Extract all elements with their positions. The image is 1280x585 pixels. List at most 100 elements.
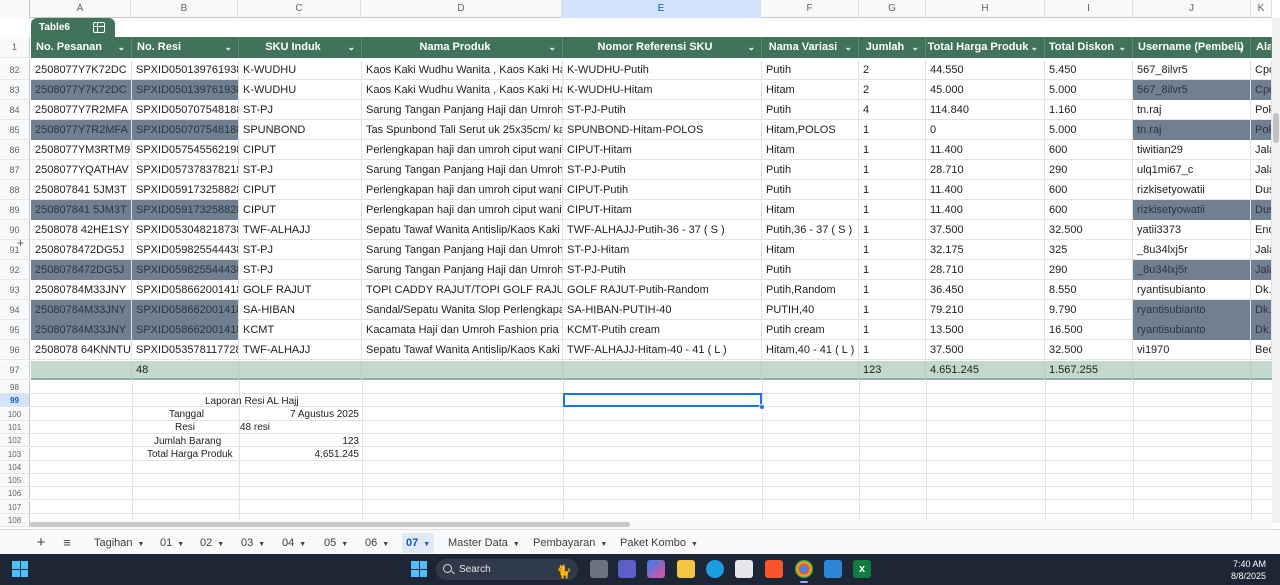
- task-view-icon[interactable]: [590, 560, 608, 578]
- report-title[interactable]: Laporan Resi AL Hajj: [205, 395, 299, 408]
- table-cell[interactable]: Hitam: [762, 240, 859, 260]
- table-cell[interactable]: 2508078 64KNNTU: [31, 340, 132, 360]
- table-cell[interactable]: 2508077Y7R2MFA: [31, 120, 132, 140]
- table-cell[interactable]: SPXID057378378218: [132, 160, 239, 180]
- filter-dropdown-icon[interactable]: ⌄: [548, 37, 556, 58]
- column-header[interactable]: Nomor Referensi SKU ⌄: [563, 37, 762, 58]
- report-jumlah-label[interactable]: Jumlah Barang: [154, 435, 221, 448]
- table-cell[interactable]: Sarung Tangan Panjang Haji dan Umroh Wan: [362, 100, 563, 120]
- table-cell[interactable]: 2: [859, 80, 926, 100]
- table-cell[interactable]: SPXID053048218738: [132, 220, 239, 240]
- row-number[interactable]: 95: [0, 320, 30, 340]
- row-number[interactable]: 101: [0, 420, 30, 434]
- table-cell[interactable]: 5.450: [1045, 60, 1133, 80]
- table-cell[interactable]: End: [1251, 220, 1272, 240]
- sheet-tab[interactable]: 05 ▼: [320, 533, 352, 553]
- table-cell[interactable]: Dk.: [1251, 280, 1272, 300]
- total-cell[interactable]: [31, 361, 132, 380]
- table-cell[interactable]: 1: [859, 120, 926, 140]
- table-cell[interactable]: SPXID059173258828: [132, 200, 239, 220]
- table-cell[interactable]: 567_8ilvr5: [1133, 80, 1251, 100]
- table-cell[interactable]: 8.550: [1045, 280, 1133, 300]
- table-cell[interactable]: 32.175: [926, 240, 1045, 260]
- table-cell[interactable]: ST-PJ-Hitam: [563, 240, 762, 260]
- table-cell[interactable]: Sarung Tangan Panjang Haji dan Umroh Wan: [362, 160, 563, 180]
- row-number[interactable]: 92: [0, 260, 30, 280]
- table-cell[interactable]: 13.500: [926, 320, 1045, 340]
- table-cell[interactable]: Jala: [1251, 260, 1272, 280]
- total-harga[interactable]: 4.651.245: [926, 361, 1045, 380]
- table-cell[interactable]: yatii3373: [1133, 220, 1251, 240]
- row-number[interactable]: 103: [0, 447, 30, 461]
- table-cell[interactable]: ulq1mi67_c: [1133, 160, 1251, 180]
- sheet-tab[interactable]: Paket Kombo ▼: [616, 533, 702, 553]
- add-sheet-icon[interactable]: +: [32, 534, 50, 552]
- table-cell[interactable]: 37.500: [926, 220, 1045, 240]
- table-cell[interactable]: Jala: [1251, 160, 1272, 180]
- row-number[interactable]: 87: [0, 160, 30, 180]
- row-number[interactable]: 93: [0, 280, 30, 300]
- table-cell[interactable]: SPXID059825544438: [132, 240, 239, 260]
- table-cell[interactable]: 250807841 5JM3T: [31, 200, 132, 220]
- row-number[interactable]: 85: [0, 120, 30, 140]
- table-cell[interactable]: 45.000: [926, 80, 1045, 100]
- table-cell[interactable]: 1: [859, 320, 926, 340]
- column-letter-i[interactable]: I: [1045, 0, 1133, 18]
- table-cell[interactable]: CIPUT-Hitam: [563, 140, 762, 160]
- table-cell[interactable]: Kaos Kaki Wudhu Wanita , Kaos Kaki Haji …: [362, 60, 563, 80]
- table-cell[interactable]: Dk.: [1251, 320, 1272, 340]
- report-jumlah-value[interactable]: 123: [240, 435, 359, 448]
- table-cell[interactable]: Hitam,POLOS: [762, 120, 859, 140]
- table-cell[interactable]: ST-PJ-Putih: [563, 100, 762, 120]
- table-cell[interactable]: 44.550: [926, 60, 1045, 80]
- table-cell[interactable]: Putih,36 - 37 ( S ): [762, 220, 859, 240]
- horizontal-scrollbar[interactable]: [30, 520, 1272, 529]
- table-cell[interactable]: GOLF RAJUT-Putih-Random: [563, 280, 762, 300]
- column-letter-d[interactable]: D: [361, 0, 562, 18]
- horizontal-scroll-thumb[interactable]: [30, 522, 630, 527]
- table-cell[interactable]: Sepatu Tawaf Wanita Antislip/Kaos Kaki T…: [362, 340, 563, 360]
- table-cell[interactable]: K-WUDHU-Hitam: [563, 80, 762, 100]
- table-cell[interactable]: ST-PJ-Putih: [563, 260, 762, 280]
- chevron-down-icon[interactable]: ▼: [299, 541, 306, 548]
- store-icon[interactable]: [735, 560, 753, 578]
- report-resi-value[interactable]: 48 resi: [240, 421, 270, 434]
- total-cell[interactable]: [239, 361, 362, 380]
- table-cell[interactable]: 290: [1045, 160, 1133, 180]
- table-cell[interactable]: 25080784M33JNY: [31, 280, 132, 300]
- table-cell[interactable]: SPXID053578117728: [132, 340, 239, 360]
- table-cell[interactable]: SPXID059173258828: [132, 180, 239, 200]
- table-cell[interactable]: K-WUDHU-Putih: [563, 60, 762, 80]
- chevron-down-icon[interactable]: ▼: [423, 541, 430, 548]
- table-cell[interactable]: Putih: [762, 160, 859, 180]
- chevron-down-icon[interactable]: ▼: [691, 541, 698, 548]
- row-number[interactable]: 106: [0, 487, 30, 501]
- chevron-down-icon[interactable]: ▼: [600, 541, 607, 548]
- row-number[interactable]: 96: [0, 340, 30, 360]
- total-resi-count[interactable]: 48: [132, 361, 239, 380]
- table-cell[interactable]: 2508078472DG5J: [31, 240, 132, 260]
- table-cell[interactable]: 9.790: [1045, 300, 1133, 320]
- system-clock[interactable]: 7:40 AM 8/8/2025: [1231, 558, 1266, 582]
- table-cell[interactable]: rizkisetyowatii: [1133, 200, 1251, 220]
- table-cell[interactable]: 290: [1045, 260, 1133, 280]
- table-cell[interactable]: vi1970: [1133, 340, 1251, 360]
- column-header[interactable]: No. Pesanan ⌄: [31, 37, 132, 58]
- table-cell[interactable]: 1: [859, 200, 926, 220]
- row-number[interactable]: 107: [0, 500, 30, 514]
- row-number[interactable]: 86: [0, 140, 30, 160]
- vertical-scroll-thumb[interactable]: [1273, 113, 1279, 143]
- table-cell[interactable]: tiwitian29: [1133, 140, 1251, 160]
- sheet-tab[interactable]: Tagihan ▼: [90, 533, 148, 553]
- table-cell[interactable]: Sandal/Sepatu Wanita Slop Perlengkapan H…: [362, 300, 563, 320]
- table-cell[interactable]: 11.400: [926, 180, 1045, 200]
- table-cell[interactable]: 2508078 42HE1SY: [31, 220, 132, 240]
- table-cell[interactable]: CIPUT: [239, 180, 362, 200]
- table-cell[interactable]: ST-PJ: [239, 260, 362, 280]
- table-cell[interactable]: 1: [859, 240, 926, 260]
- table-cell[interactable]: SPXID059825544438: [132, 260, 239, 280]
- table-cell[interactable]: 1: [859, 260, 926, 280]
- row-number[interactable]: 105: [0, 474, 30, 488]
- table-cell[interactable]: TWF-ALHAJJ: [239, 220, 362, 240]
- row-number[interactable]: 83: [0, 80, 30, 100]
